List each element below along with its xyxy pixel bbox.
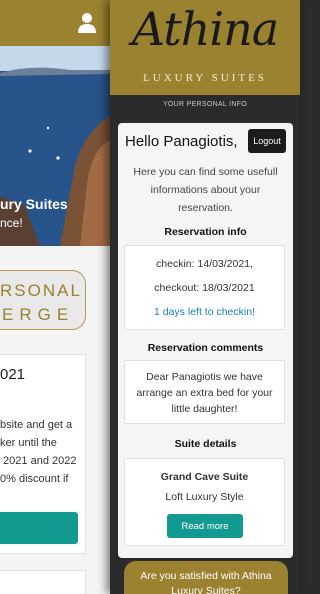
offer-year: 021: [0, 366, 26, 383]
background-page: ury Suites nce! RSONAL ERGE 021 bsite an…: [0, 0, 110, 594]
suite-details-box: Grand Cave Suite Loft Luxury Style Read …: [124, 458, 285, 546]
reservation-info-title: Reservation info: [164, 226, 247, 238]
hero-image: ury Suites nce!: [0, 46, 110, 246]
offer-button[interactable]: [0, 512, 78, 544]
reservation-comment: Dear Panagiotis we have arrange an extra…: [136, 371, 273, 415]
suite-style: Loft Luxury Style: [165, 491, 244, 503]
suite-details-title: Suite details: [174, 438, 237, 450]
checkin-date: checkin: 14/03/2021,: [156, 258, 253, 270]
offer-text: bsite and get a ker until the 2021 and 2…: [0, 419, 77, 485]
next-card: [0, 570, 86, 594]
logo-script: Athina: [131, 2, 279, 56]
info-card: Hello Panagiotis, Logout Here you can fi…: [118, 123, 293, 558]
logo-header: Athina LUXURY SUITES: [110, 0, 300, 95]
intro-text: Here you can find some usefull informati…: [133, 166, 278, 214]
logo-subtitle: LUXURY SUITES: [143, 72, 267, 84]
reservation-info-box: checkin: 14/03/2021, checkout: 18/03/202…: [124, 245, 285, 330]
personal-info-drawer: Athina LUXURY SUITES YOUR PERSONAL INFO …: [110, 0, 300, 594]
user-icon[interactable]: [77, 12, 97, 34]
concierge-label-line2: ERGE: [2, 305, 75, 324]
hero-subtitle: nce!: [0, 216, 23, 230]
suite-name: Grand Cave Suite: [160, 471, 249, 483]
section-caption: YOUR PERSONAL INFO: [162, 101, 248, 108]
read-more-button[interactable]: Read more: [167, 514, 243, 538]
greeting: Hello Panagiotis,: [125, 133, 238, 150]
satisfaction-prompt: Are you satisfied with Athina Luxury Sui…: [140, 570, 272, 594]
satisfaction-banner[interactable]: Are you satisfied with Athina Luxury Sui…: [124, 561, 288, 594]
checkout-date: checkout: 18/03/2021: [154, 282, 255, 294]
background-top-bar: [0, 0, 110, 46]
reservation-comments-box: Dear Panagiotis we have arrange an extra…: [124, 360, 285, 424]
logout-button[interactable]: Logout: [248, 129, 286, 153]
concierge-label-line1: RSONAL: [0, 281, 82, 300]
reservation-comments-title: Reservation comments: [147, 342, 264, 354]
hero-title: ury Suites: [0, 196, 68, 212]
checkin-countdown: 1 days left to checkin!: [154, 306, 255, 318]
